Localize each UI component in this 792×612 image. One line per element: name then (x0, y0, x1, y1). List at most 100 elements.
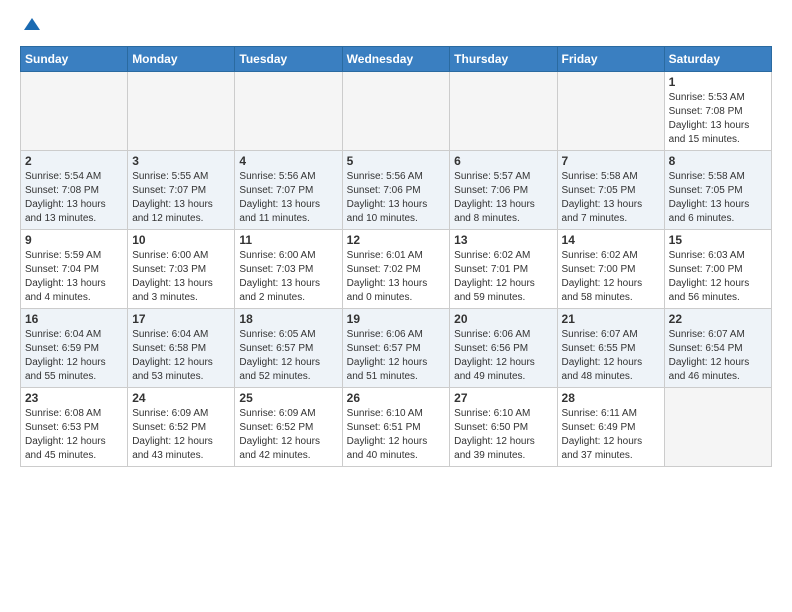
calendar-cell (21, 72, 128, 151)
page: SundayMondayTuesdayWednesdayThursdayFrid… (0, 0, 792, 483)
day-number: 6 (454, 154, 552, 168)
calendar-cell: 1Sunrise: 5:53 AMSunset: 7:08 PMDaylight… (664, 72, 771, 151)
calendar-cell: 9 Sunrise: 5:59 AMSunset: 7:04 PMDaylight… (21, 230, 128, 309)
day-number: 3 (132, 154, 230, 168)
calendar-cell: 8Sunrise: 5:58 AMSunset: 7:05 PMDaylight… (664, 151, 771, 230)
day-info: Sunrise: 6:06 AMSunset: 6:57 PMDaylight:… (347, 328, 446, 384)
calendar-cell: 12 Sunrise: 6:01 AMSunset: 7:02 PMDayligh… (342, 230, 450, 309)
day-number: 4 (239, 154, 337, 168)
day-info: Sunrise: 6:03 AMSunset: 7:00 PMDaylight:… (669, 249, 767, 305)
day-info: Sunrise: 6:05 AMSunset: 6:57 PMDaylight:… (239, 328, 337, 384)
day-info: Sunrise: 5:57 AMSunset: 7:06 PMDaylight:… (454, 170, 552, 226)
week-row-3: 9 Sunrise: 5:59 AMSunset: 7:04 PMDaylight… (21, 230, 772, 309)
weekday-header-row: SundayMondayTuesdayWednesdayThursdayFrid… (21, 47, 772, 72)
weekday-header-friday: Friday (557, 47, 664, 72)
calendar-cell (557, 72, 664, 151)
day-info: Sunrise: 6:00 AMSunset: 7:03 PMDaylight:… (132, 249, 230, 305)
day-info: Sunrise: 5:54 AMSunset: 7:08 PMDaylight:… (25, 170, 123, 226)
weekday-header-tuesday: Tuesday (235, 47, 342, 72)
day-number: 16 (25, 312, 123, 326)
day-info: Sunrise: 6:07 AMSunset: 6:54 PMDaylight:… (669, 328, 767, 384)
weekday-header-sunday: Sunday (21, 47, 128, 72)
day-number: 26 (347, 391, 446, 405)
calendar-cell (664, 388, 771, 467)
day-info: Sunrise: 6:01 AMSunset: 7:02 PMDaylight:… (347, 249, 446, 305)
calendar-cell: 28 Sunrise: 6:11 AMSunset: 6:49 PMDayligh… (557, 388, 664, 467)
day-info: Sunrise: 5:56 AMSunset: 7:06 PMDaylight:… (347, 170, 446, 226)
calendar-cell: 13 Sunrise: 6:02 AMSunset: 7:01 PMDayligh… (450, 230, 557, 309)
day-info: Sunrise: 5:55 AMSunset: 7:07 PMDaylight:… (132, 170, 230, 226)
calendar-cell: 19 Sunrise: 6:06 AMSunset: 6:57 PMDayligh… (342, 309, 450, 388)
calendar-cell: 7 Sunrise: 5:58 AMSunset: 7:05 PMDaylight… (557, 151, 664, 230)
day-number: 2 (25, 154, 123, 168)
calendar-cell: 26 Sunrise: 6:10 AMSunset: 6:51 PMDayligh… (342, 388, 450, 467)
calendar-cell: 15 Sunrise: 6:03 AMSunset: 7:00 PMDayligh… (664, 230, 771, 309)
calendar-cell: 3 Sunrise: 5:55 AMSunset: 7:07 PMDaylight… (128, 151, 235, 230)
day-number: 9 (25, 233, 123, 247)
calendar-cell: 10 Sunrise: 6:00 AMSunset: 7:03 PMDayligh… (128, 230, 235, 309)
day-number: 7 (562, 154, 660, 168)
day-number: 25 (239, 391, 337, 405)
day-number: 19 (347, 312, 446, 326)
day-number: 22 (669, 312, 767, 326)
day-number: 28 (562, 391, 660, 405)
calendar-cell (450, 72, 557, 151)
day-number: 23 (25, 391, 123, 405)
day-info: Sunrise: 6:06 AMSunset: 6:56 PMDaylight:… (454, 328, 552, 384)
calendar-cell (342, 72, 450, 151)
day-number: 15 (669, 233, 767, 247)
day-number: 5 (347, 154, 446, 168)
calendar-cell: 6 Sunrise: 5:57 AMSunset: 7:06 PMDaylight… (450, 151, 557, 230)
calendar-cell: 20 Sunrise: 6:06 AMSunset: 6:56 PMDayligh… (450, 309, 557, 388)
day-info: Sunrise: 6:11 AMSunset: 6:49 PMDaylight:… (562, 407, 660, 463)
calendar-cell: 23 Sunrise: 6:08 AMSunset: 6:53 PMDayligh… (21, 388, 128, 467)
day-info: Sunrise: 6:02 AMSunset: 7:01 PMDaylight:… (454, 249, 552, 305)
day-number: 13 (454, 233, 552, 247)
day-info: Sunrise: 6:04 AMSunset: 6:59 PMDaylight:… (25, 328, 123, 384)
day-info: Sunrise: 6:09 AMSunset: 6:52 PMDaylight:… (132, 407, 230, 463)
day-number: 11 (239, 233, 337, 247)
weekday-header-thursday: Thursday (450, 47, 557, 72)
day-info: Sunrise: 6:08 AMSunset: 6:53 PMDaylight:… (25, 407, 123, 463)
week-row-5: 23 Sunrise: 6:08 AMSunset: 6:53 PMDayligh… (21, 388, 772, 467)
calendar-cell: 17Sunrise: 6:04 AMSunset: 6:58 PMDayligh… (128, 309, 235, 388)
calendar-cell: 11 Sunrise: 6:00 AMSunset: 7:03 PMDayligh… (235, 230, 342, 309)
calendar-cell: 21Sunrise: 6:07 AMSunset: 6:55 PMDayligh… (557, 309, 664, 388)
calendar-cell: 27Sunrise: 6:10 AMSunset: 6:50 PMDayligh… (450, 388, 557, 467)
logo-icon (22, 16, 42, 36)
day-info: Sunrise: 5:59 AMSunset: 7:04 PMDaylight:… (25, 249, 123, 305)
week-row-1: 1Sunrise: 5:53 AMSunset: 7:08 PMDaylight… (21, 72, 772, 151)
logo (20, 16, 42, 38)
day-info: Sunrise: 6:10 AMSunset: 6:50 PMDaylight:… (454, 407, 552, 463)
calendar-cell: 2 Sunrise: 5:54 AMSunset: 7:08 PMDaylight… (21, 151, 128, 230)
calendar-table: SundayMondayTuesdayWednesdayThursdayFrid… (20, 46, 772, 467)
day-info: Sunrise: 6:10 AMSunset: 6:51 PMDaylight:… (347, 407, 446, 463)
day-number: 20 (454, 312, 552, 326)
day-number: 18 (239, 312, 337, 326)
calendar-cell: 4 Sunrise: 5:56 AMSunset: 7:07 PMDaylight… (235, 151, 342, 230)
weekday-header-monday: Monday (128, 47, 235, 72)
day-info: Sunrise: 5:56 AMSunset: 7:07 PMDaylight:… (239, 170, 337, 226)
calendar-cell: 5 Sunrise: 5:56 AMSunset: 7:06 PMDaylight… (342, 151, 450, 230)
week-row-4: 16 Sunrise: 6:04 AMSunset: 6:59 PMDayligh… (21, 309, 772, 388)
header (20, 16, 772, 38)
day-info: Sunrise: 6:09 AMSunset: 6:52 PMDaylight:… (239, 407, 337, 463)
day-number: 24 (132, 391, 230, 405)
day-number: 12 (347, 233, 446, 247)
calendar-cell: 25 Sunrise: 6:09 AMSunset: 6:52 PMDayligh… (235, 388, 342, 467)
weekday-header-saturday: Saturday (664, 47, 771, 72)
day-number: 1 (669, 75, 767, 89)
calendar-cell: 14Sunrise: 6:02 AMSunset: 7:00 PMDayligh… (557, 230, 664, 309)
day-number: 14 (562, 233, 660, 247)
week-row-2: 2 Sunrise: 5:54 AMSunset: 7:08 PMDaylight… (21, 151, 772, 230)
day-info: Sunrise: 6:00 AMSunset: 7:03 PMDaylight:… (239, 249, 337, 305)
calendar-cell: 24 Sunrise: 6:09 AMSunset: 6:52 PMDayligh… (128, 388, 235, 467)
calendar-cell: 22 Sunrise: 6:07 AMSunset: 6:54 PMDayligh… (664, 309, 771, 388)
weekday-header-wednesday: Wednesday (342, 47, 450, 72)
day-number: 17 (132, 312, 230, 326)
calendar-cell (128, 72, 235, 151)
day-info: Sunrise: 5:58 AMSunset: 7:05 PMDaylight:… (562, 170, 660, 226)
day-number: 10 (132, 233, 230, 247)
day-number: 21 (562, 312, 660, 326)
day-number: 8 (669, 154, 767, 168)
